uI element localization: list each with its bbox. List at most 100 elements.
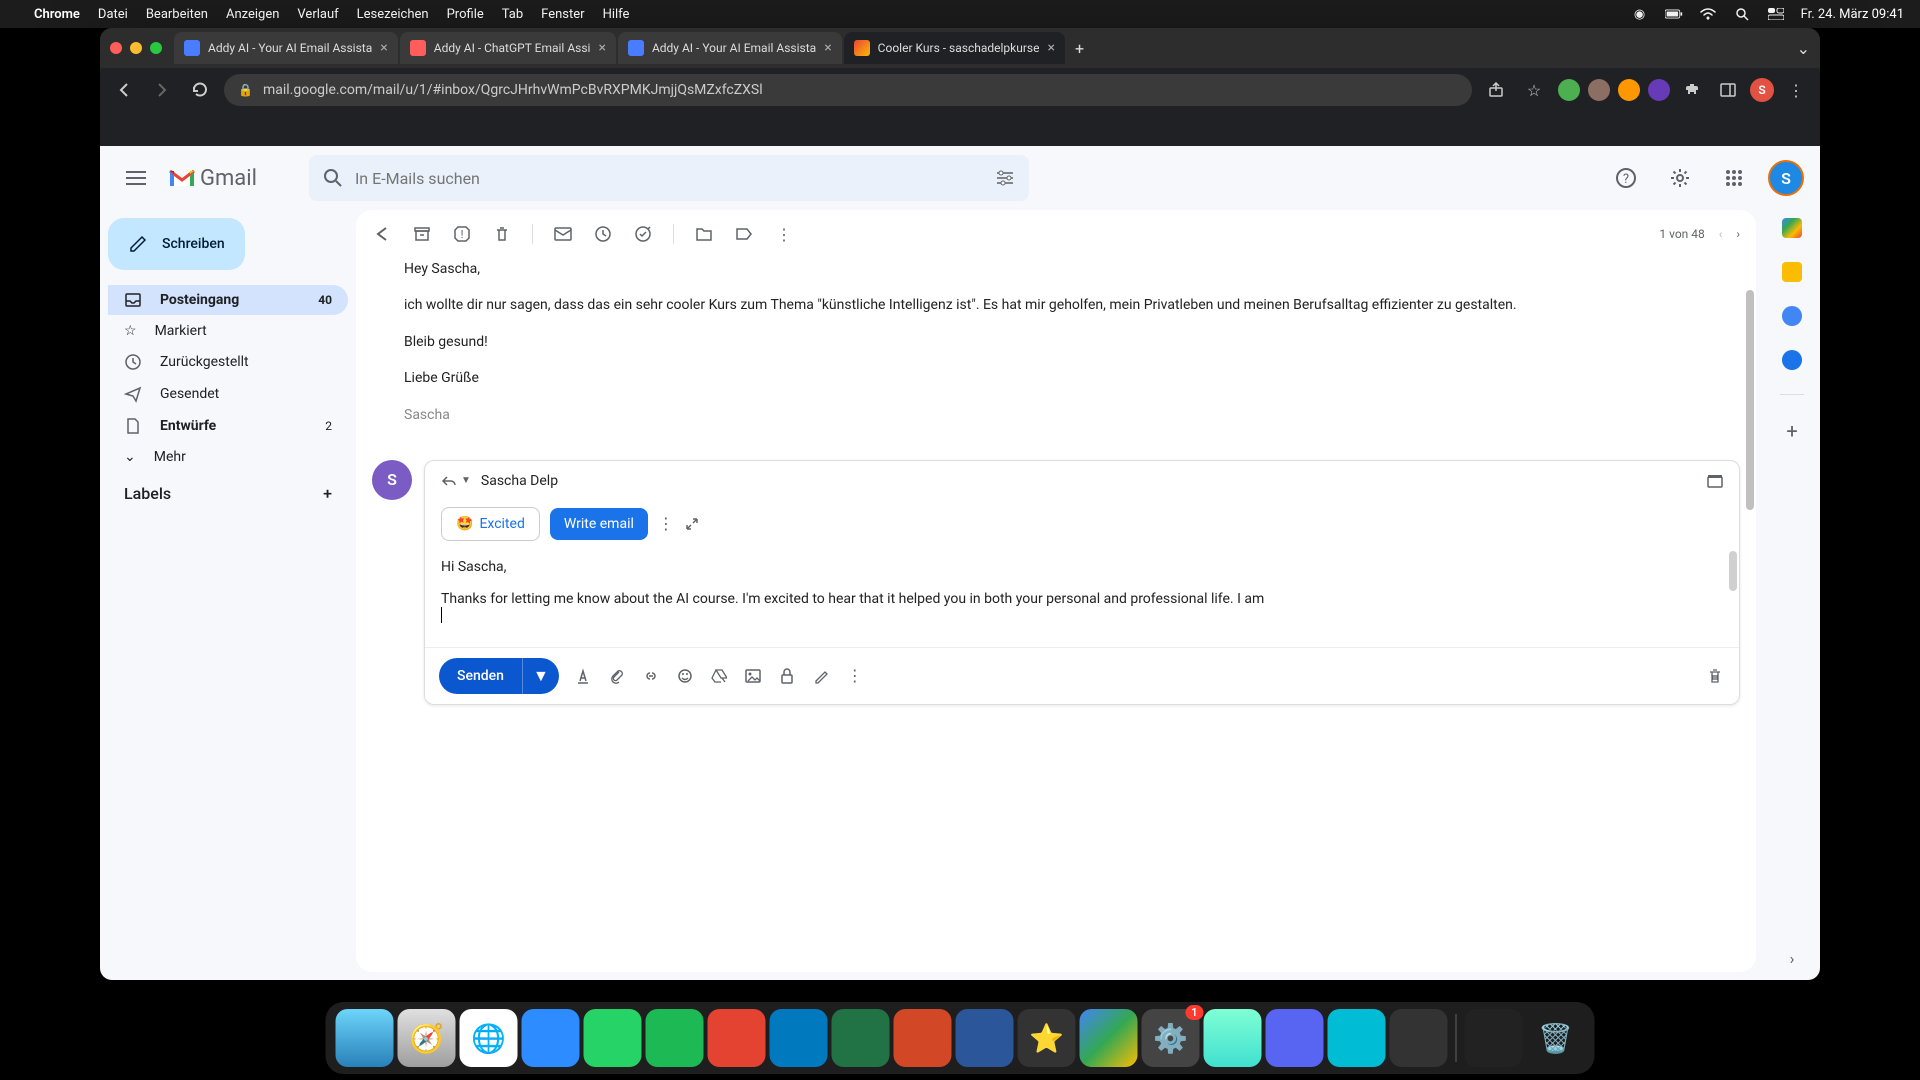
dock-settings[interactable]: ⚙️1 [1142,1009,1200,1067]
dock-chrome[interactable]: 🌐 [460,1009,518,1067]
menubar-help[interactable]: Hilfe [603,7,630,22]
support-button[interactable]: ? [1606,158,1646,198]
reload-button[interactable] [186,76,214,104]
delete-button[interactable] [492,224,512,244]
discard-draft-button[interactable] [1705,666,1725,686]
add-label-button[interactable]: + [323,484,332,503]
battery-icon[interactable] [1665,5,1683,23]
sidebar-item-sent[interactable]: Gesendet [108,379,348,409]
dock-app2[interactable] [1328,1009,1386,1067]
sidebar-item-more[interactable]: ⌄ Mehr [108,443,348,471]
share-button[interactable] [1482,76,1510,104]
dock-todoist[interactable] [708,1009,766,1067]
back-to-inbox-button[interactable] [372,224,392,244]
reply-type-button[interactable]: ▼ [441,475,471,487]
maximize-window-button[interactable] [150,42,162,54]
menubar-app[interactable]: Chrome [34,7,80,22]
reply-text-area[interactable]: Hi Sascha, Thanks for letting me know ab… [425,547,1739,647]
dock-downloads[interactable] [1465,1009,1523,1067]
more-actions-button[interactable]: ⋮ [774,224,794,244]
tab-close-button[interactable]: × [598,40,605,56]
wifi-icon[interactable] [1699,5,1717,23]
menubar-tab[interactable]: Tab [502,7,523,22]
confidential-button[interactable] [777,666,797,686]
record-icon[interactable]: ◉ [1631,5,1649,23]
compose-more-button[interactable]: ⋮ [845,666,865,686]
dock-trello[interactable] [770,1009,828,1067]
tasks-icon[interactable] [1782,306,1802,326]
tab-close-button[interactable]: × [824,40,831,56]
apps-button[interactable] [1714,158,1754,198]
dock-drive[interactable] [1080,1009,1138,1067]
signature-button[interactable] [811,666,831,686]
compose-button[interactable]: Schreiben [108,218,245,270]
contacts-icon[interactable] [1782,350,1802,370]
format-button[interactable] [573,666,593,686]
dock-safari[interactable]: 🧭 [398,1009,456,1067]
url-input[interactable]: 🔒 mail.google.com/mail/u/1/#inbox/QgrcJH… [224,74,1472,106]
dock-zoom[interactable] [522,1009,580,1067]
tab-2[interactable]: Addy AI - ChatGPT Email Assi × [400,32,616,64]
spotlight-icon[interactable] [1733,5,1751,23]
search-box[interactable] [309,155,1029,201]
menubar-clock[interactable]: Fr. 24. März 09:41 [1801,7,1904,22]
extension-icon[interactable] [1558,79,1580,101]
dock-app[interactable] [1204,1009,1262,1067]
search-input[interactable] [355,169,983,188]
gmail-logo[interactable]: Gmail [168,166,257,191]
tab-close-button[interactable]: × [1047,40,1054,56]
image-button[interactable] [743,666,763,686]
menubar-file[interactable]: Datei [98,7,128,22]
menubar-bookmarks[interactable]: Lesezeichen [357,7,429,22]
prev-page-button[interactable]: ‹ [1719,227,1723,241]
reply-recipient[interactable]: Sascha Delp [481,473,558,489]
dock-trash[interactable]: 🗑️ [1527,1009,1585,1067]
attach-button[interactable] [607,666,627,686]
snooze-button[interactable] [593,224,613,244]
expand-icon[interactable] [684,516,700,532]
labels-button[interactable] [734,224,754,244]
add-task-button[interactable] [633,224,653,244]
mark-unread-button[interactable] [553,224,573,244]
dock-finder[interactable] [336,1009,394,1067]
back-button[interactable] [110,76,138,104]
send-options-button[interactable]: ▼ [522,658,559,694]
calendar-icon[interactable] [1782,218,1802,238]
dock-imovie[interactable]: ⭐ [1018,1009,1076,1067]
bookmark-button[interactable]: ☆ [1520,76,1548,104]
dock-app3[interactable] [1390,1009,1448,1067]
archive-button[interactable] [412,224,432,244]
profile-avatar[interactable]: S [1750,78,1774,102]
sidepanel-button[interactable] [1714,76,1742,104]
extension-icon[interactable] [1648,79,1670,101]
chrome-menu-button[interactable]: ⋮ [1782,76,1810,104]
scrollbar[interactable] [1729,551,1737,591]
menubar-history[interactable]: Verlauf [297,7,338,22]
write-email-button[interactable]: Write email [550,508,648,540]
tone-chip-excited[interactable]: 🤩 Excited [441,507,540,541]
send-button[interactable]: Senden [439,660,522,692]
extension-icon[interactable] [1588,79,1610,101]
dock-whatsapp[interactable] [584,1009,642,1067]
chip-menu-button[interactable]: ⋮ [658,514,674,533]
account-avatar[interactable]: S [1768,160,1804,196]
popout-button[interactable] [1707,474,1723,488]
tab-1[interactable]: Addy AI - Your AI Email Assista × [174,32,398,64]
minimize-window-button[interactable] [130,42,142,54]
close-window-button[interactable] [110,42,122,54]
add-addon-button[interactable]: + [1786,419,1797,443]
dock-spotify[interactable] [646,1009,704,1067]
sidebar-item-inbox[interactable]: Posteingang 40 [108,285,348,315]
spam-button[interactable]: ! [452,224,472,244]
extensions-button[interactable] [1678,76,1706,104]
control-center-icon[interactable] [1767,5,1785,23]
scrollbar[interactable] [1746,290,1754,510]
dock-excel[interactable] [832,1009,890,1067]
dock-discord[interactable] [1266,1009,1324,1067]
forward-button[interactable] [148,76,176,104]
dock-word[interactable] [956,1009,1014,1067]
emoji-button[interactable] [675,666,695,686]
tab-close-button[interactable]: × [380,40,387,56]
menubar-window[interactable]: Fenster [541,7,584,22]
settings-button[interactable] [1660,158,1700,198]
